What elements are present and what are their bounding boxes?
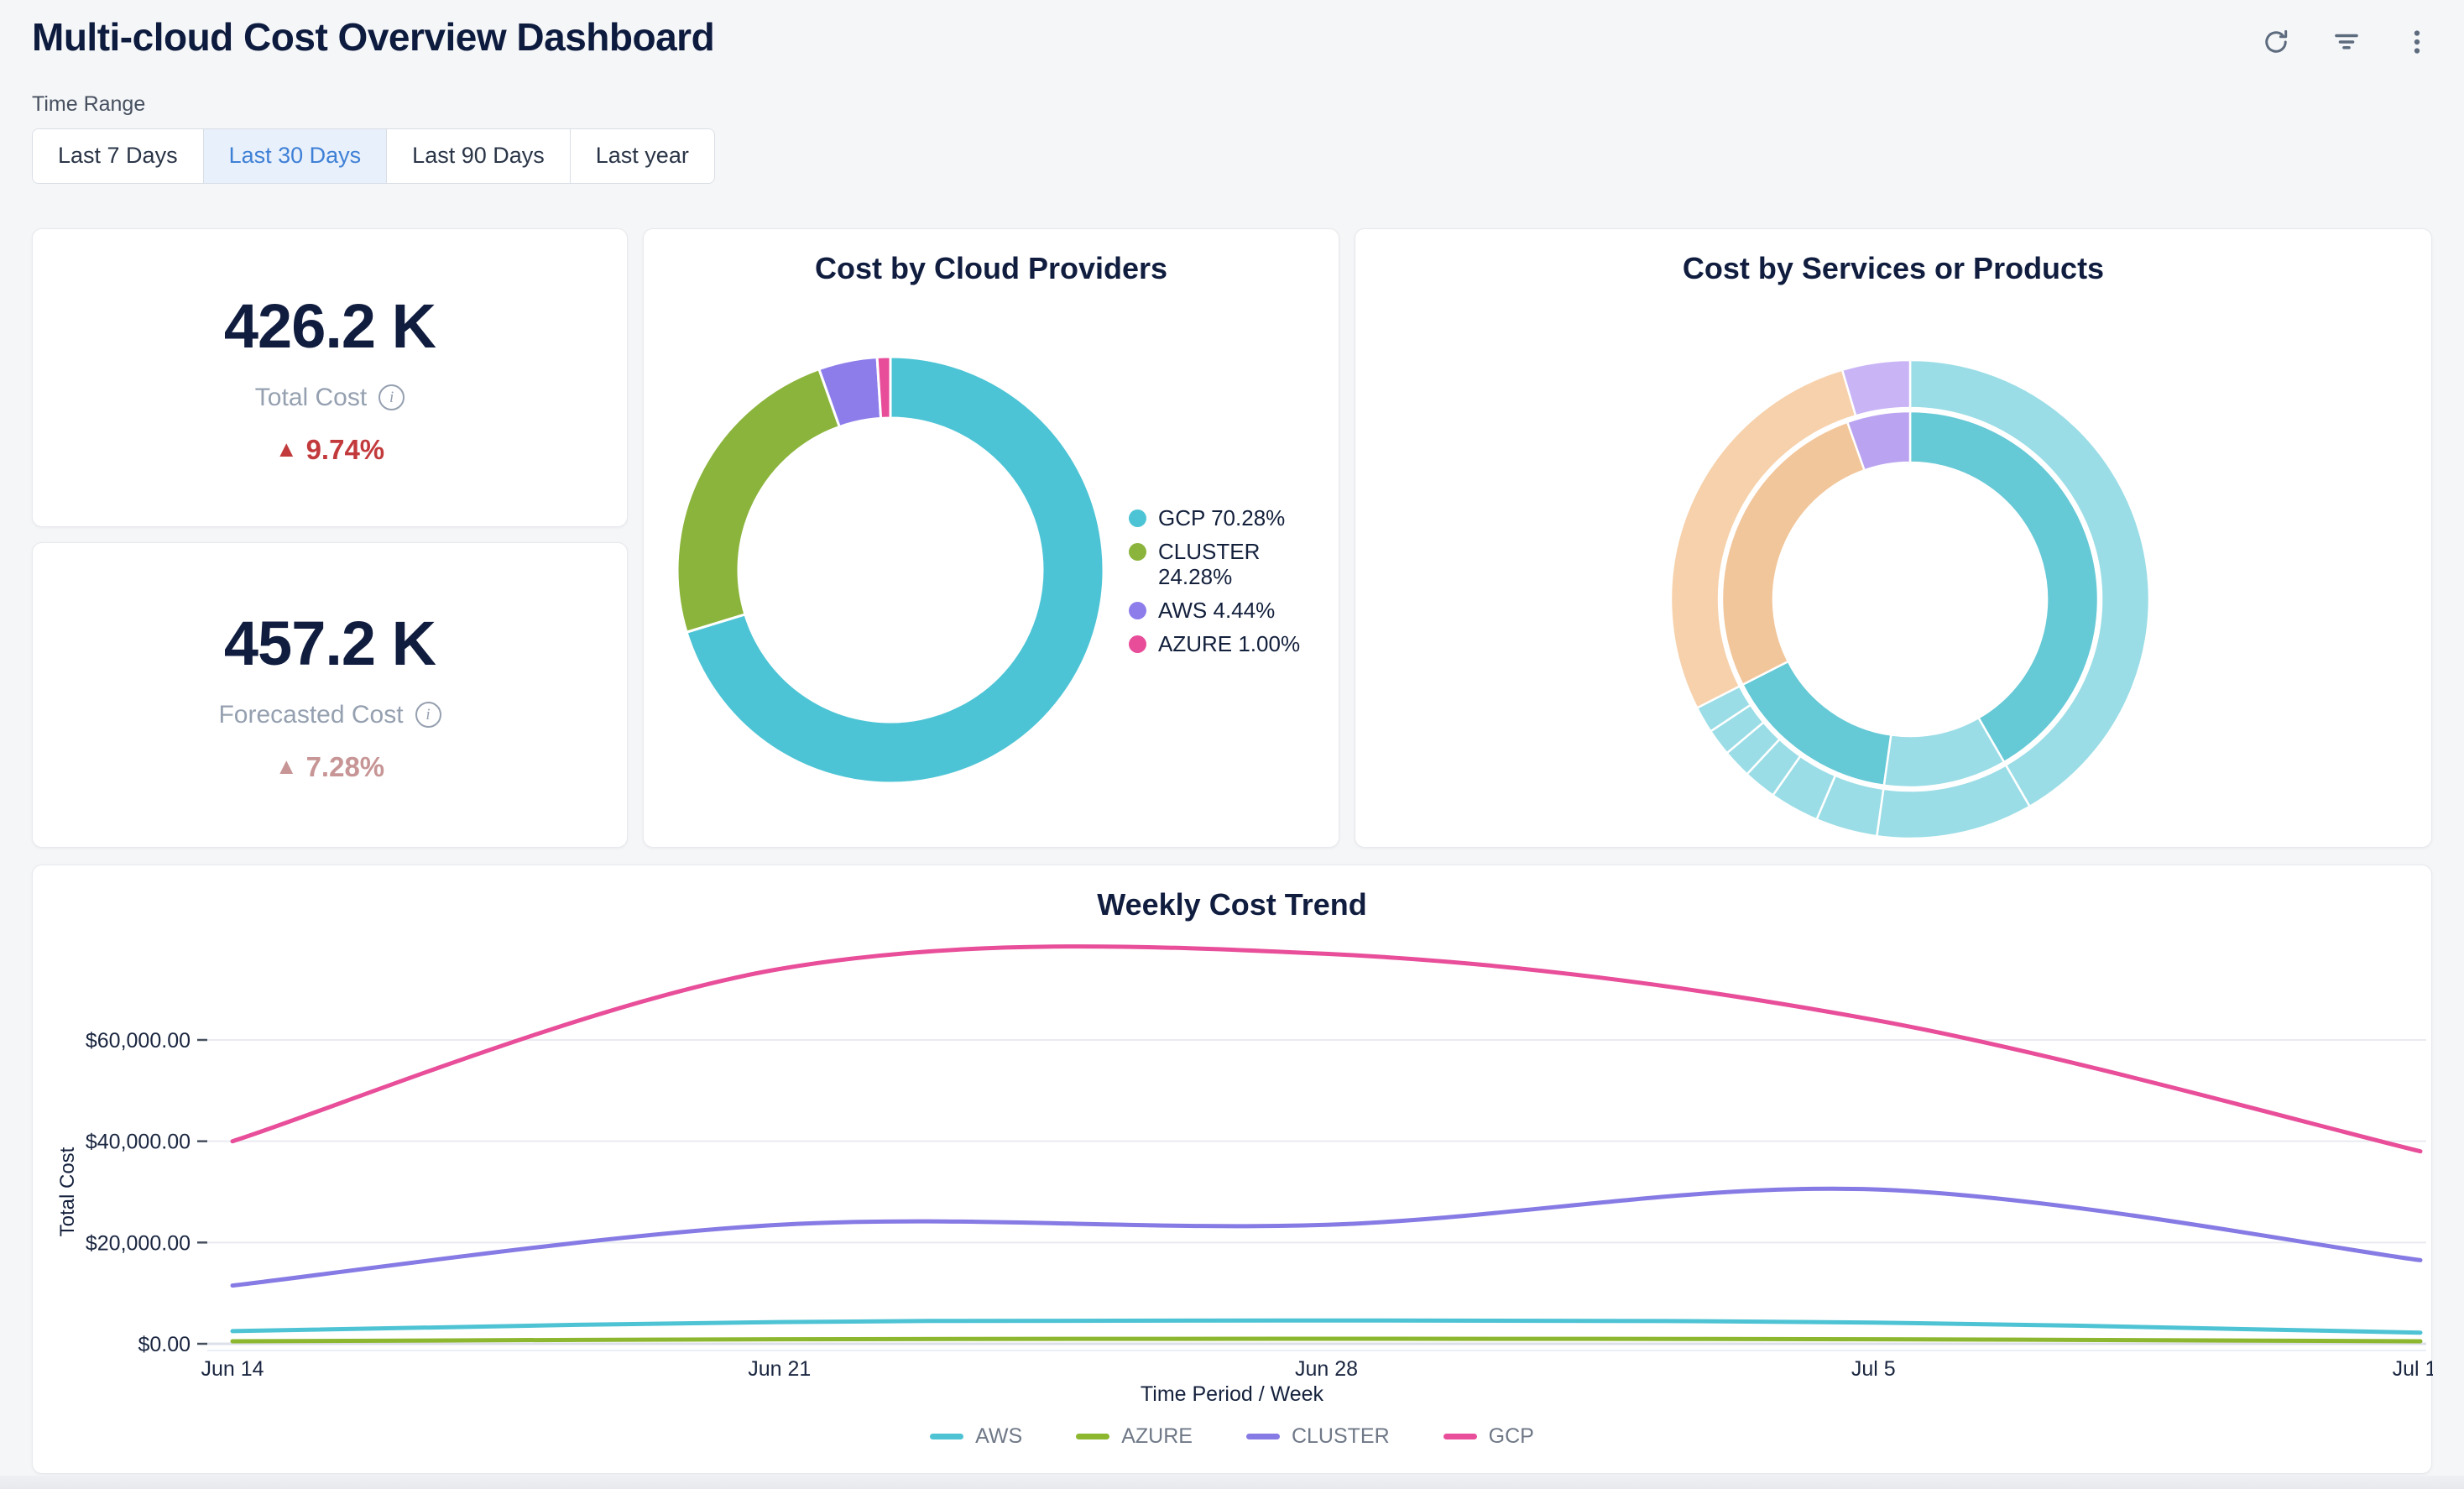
- time-range-label: Time Range: [32, 92, 2464, 117]
- legend-item-azure[interactable]: AZURE 1.00%: [1129, 632, 1334, 657]
- filter-button[interactable]: [2328, 24, 2365, 60]
- cost-by-cloud-providers-card: Cost by Cloud Providers GCP 70.28%CLUSTE…: [643, 228, 1339, 848]
- total-cost-card: 426.2 K Total Cost i ▲ 9.74%: [32, 228, 628, 527]
- delta-up-icon: ▲: [275, 436, 298, 462]
- total-cost-value: 426.2 K: [224, 290, 436, 362]
- time-range-group: Last 7 DaysLast 30 DaysLast 90 DaysLast …: [32, 128, 715, 184]
- x-tick-label: Jul 5: [1851, 1357, 1896, 1381]
- series-line-cluster[interactable]: [232, 1189, 2420, 1285]
- total-cost-label: Total Cost: [255, 384, 367, 412]
- legend-swatch: [1443, 1434, 1477, 1439]
- time-range-last-90-days[interactable]: Last 90 Days: [387, 129, 571, 183]
- refresh-button[interactable]: [2258, 24, 2294, 60]
- x-tick-label: Jun 21: [748, 1357, 811, 1381]
- dashboard-page: Multi-cloud Cost Overview Dashboard: [0, 0, 2464, 1489]
- legend-swatch: [1129, 635, 1146, 653]
- filter-icon: [2331, 27, 2362, 57]
- info-icon[interactable]: i: [415, 702, 441, 728]
- legend-item-aws[interactable]: AWS 4.44%: [1129, 598, 1334, 624]
- forecasted-cost-label: Forecasted Cost: [218, 701, 403, 729]
- donut-segment-azure[interactable]: [877, 357, 890, 418]
- x-tick-label: Jun 28: [1295, 1357, 1358, 1381]
- legend-swatch: [1076, 1434, 1109, 1439]
- legend-swatch: [930, 1434, 963, 1439]
- weekly-cost-trend-card: Weekly Cost Trend $0.00$20,000.00$40,000…: [32, 865, 2432, 1474]
- app-header: Multi-cloud Cost Overview Dashboard: [0, 0, 2464, 62]
- delta-up-icon: ▲: [275, 754, 298, 780]
- legend-label: CLUSTER 24.28%: [1158, 540, 1334, 590]
- services-sunburst-chart[interactable]: [1355, 229, 2433, 849]
- forecasted-cost-delta: ▲ 7.28%: [275, 751, 384, 783]
- time-range-last-30-days[interactable]: Last 30 Days: [204, 129, 388, 183]
- y-tick-label: $0.00: [138, 1333, 191, 1356]
- kebab-menu-icon: [2402, 27, 2432, 57]
- trend-legend-item-aws[interactable]: AWS: [930, 1424, 1022, 1449]
- page-title: Multi-cloud Cost Overview Dashboard: [32, 13, 714, 62]
- series-line-gcp[interactable]: [232, 947, 2420, 1152]
- sunburst-outer-segment-9[interactable]: [1842, 360, 1910, 415]
- forecasted-cost-card: 457.2 K Forecasted Cost i ▲ 7.28%: [32, 542, 628, 848]
- trend-chart-legend: AWS AZURE CLUSTER GCP: [33, 1424, 2431, 1449]
- legend-label: GCP: [1489, 1424, 1534, 1449]
- legend-swatch: [1129, 509, 1146, 527]
- total-cost-delta: ▲ 9.74%: [275, 434, 384, 466]
- donut-segment-cluster[interactable]: [677, 369, 839, 633]
- refresh-icon: [2261, 27, 2291, 57]
- legend-swatch: [1246, 1434, 1280, 1439]
- series-line-azure[interactable]: [232, 1339, 2420, 1341]
- x-tick-label: Jul 12: [2393, 1357, 2433, 1381]
- y-tick-label: $20,000.00: [86, 1231, 191, 1255]
- donut-chart-legend: GCP 70.28% CLUSTER 24.28% AWS 4.44% AZURE 1…: [1129, 506, 1334, 656]
- y-tick-label: $60,000.00: [86, 1029, 191, 1053]
- x-axis-title: Time Period / Week: [33, 1382, 2431, 1407]
- trend-legend-item-gcp[interactable]: GCP: [1443, 1424, 1534, 1449]
- series-line-aws[interactable]: [232, 1320, 2420, 1333]
- delta-value: 7.28%: [306, 751, 385, 783]
- time-range-last-7-days[interactable]: Last 7 Days: [33, 129, 204, 183]
- legend-label: AWS 4.44%: [1158, 598, 1275, 624]
- trend-legend-item-azure[interactable]: AZURE: [1076, 1424, 1193, 1449]
- legend-label: CLUSTER: [1292, 1424, 1390, 1449]
- info-icon[interactable]: i: [378, 384, 405, 410]
- legend-swatch: [1129, 543, 1146, 561]
- delta-value: 9.74%: [306, 434, 385, 466]
- time-range-last-year[interactable]: Last year: [571, 129, 714, 183]
- legend-item-cluster[interactable]: CLUSTER 24.28%: [1129, 540, 1334, 590]
- forecasted-cost-value: 457.2 K: [224, 608, 436, 679]
- x-tick-label: Jun 14: [201, 1357, 264, 1381]
- legend-label: AWS: [975, 1424, 1022, 1449]
- cost-by-services-card: Cost by Services or Products: [1355, 228, 2432, 848]
- y-tick-label: $40,000.00: [86, 1131, 191, 1154]
- legend-swatch: [1129, 602, 1146, 619]
- legend-item-gcp[interactable]: GCP 70.28%: [1129, 506, 1334, 531]
- more-options-button[interactable]: [2399, 24, 2435, 60]
- legend-label: AZURE 1.00%: [1158, 632, 1300, 657]
- trend-legend-item-cluster[interactable]: CLUSTER: [1246, 1424, 1390, 1449]
- legend-label: GCP 70.28%: [1158, 506, 1285, 531]
- page-footer-strip: [0, 1476, 2464, 1489]
- y-axis-title: Total Cost: [56, 1147, 80, 1237]
- legend-label: AZURE: [1121, 1424, 1193, 1449]
- header-actions: [2258, 24, 2435, 60]
